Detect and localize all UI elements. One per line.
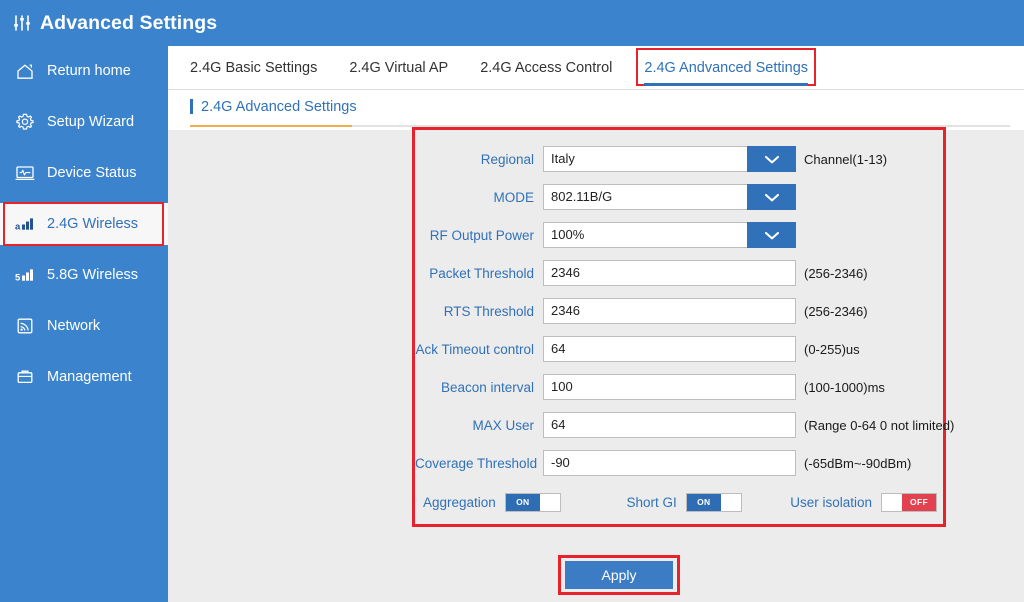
tab-label: 2.4G Access Control: [480, 59, 613, 76]
toggle-label: Aggregation: [423, 494, 496, 510]
field-hint: Channel(1-13): [804, 151, 888, 167]
toggle-knob: [720, 493, 741, 511]
field-label: Coverage Threshold: [415, 455, 538, 471]
tab-24g-virtual-ap[interactable]: 2.4G Virtual AP: [349, 46, 448, 90]
toggle-knob: [539, 493, 560, 511]
sliders-icon: [11, 12, 33, 34]
toggle-group-short-gi: Short GI ON: [626, 492, 742, 512]
form-row-rts-threshold: RTS Threshold 2346 (256-2346): [415, 292, 943, 330]
app-title: Advanced Settings: [40, 11, 218, 34]
tab-label: 2.4G Andvanced Settings: [644, 59, 809, 76]
tab-24g-access-control[interactable]: 2.4G Access Control: [480, 46, 612, 90]
tab-label: 2.4G Basic Settings: [190, 59, 318, 76]
toggle-on-text: ON: [686, 493, 721, 511]
chevron-down-icon[interactable]: [747, 184, 796, 210]
field-label: RF Output Power: [429, 227, 534, 243]
toggle-group-user-isolation: User isolation OFF: [790, 492, 937, 512]
field-hint: (256-2346): [804, 303, 868, 319]
sidebar-item-device-status[interactable]: Device Status: [0, 152, 168, 194]
router-admin-page: Advanced Settings Return home Setup Wiza…: [0, 0, 1024, 602]
coverage-threshold-input[interactable]: -90: [543, 450, 796, 476]
field-label: MODE: [493, 189, 535, 205]
gear-icon: [12, 111, 38, 133]
wifi-signal-icon: [12, 315, 38, 337]
sidebar-item-label: Management: [47, 369, 132, 385]
form-row-rf-output-power: RF Output Power 100%: [415, 216, 943, 254]
field-label: Ack Timeout control: [415, 341, 534, 357]
monitor-pulse-icon: [12, 162, 38, 184]
mode-select[interactable]: 802.11B/G: [543, 184, 747, 210]
home-icon: [12, 60, 38, 82]
sidebar-item-setup-wizard[interactable]: Setup Wizard: [0, 101, 168, 143]
toggle-group-aggregation: Aggregation ON: [423, 492, 561, 512]
page-title: 2.4G Advanced Settings: [201, 98, 357, 115]
chevron-down-icon[interactable]: [747, 146, 796, 172]
max-user-input[interactable]: 64: [543, 412, 796, 438]
form-row-packet-threshold: Packet Threshold 2346 (256-2346): [415, 254, 943, 292]
section-header: 2.4G Advanced Settings: [168, 90, 1024, 130]
content-area: Regional Italy Channel(1-13) MODE 802.11…: [168, 127, 1024, 602]
form-row-ack-timeout-control: Ack Timeout control 64 (0-255)us: [415, 330, 943, 368]
rts-threshold-input[interactable]: 2346: [543, 298, 796, 324]
form-row-beacon-interval: Beacon interval 100 (100-1000)ms: [415, 368, 943, 406]
sidebar-item-return-home[interactable]: Return home: [0, 50, 168, 92]
field-hint: (Range 0-64 0 not limited): [804, 417, 955, 433]
regional-select[interactable]: Italy: [543, 146, 747, 172]
sidebar-item-label: 5.8G Wireless: [47, 267, 139, 283]
app-header: Advanced Settings: [0, 0, 1024, 46]
chevron-down-icon[interactable]: [747, 222, 796, 248]
sidebar-item-management[interactable]: Management: [0, 356, 168, 398]
toggle-label: Short GI: [626, 494, 677, 510]
sidebar-item-label: Device Status: [47, 165, 137, 181]
sidebar-item-24g-wireless[interactable]: a 2.4G Wireless: [0, 202, 168, 246]
apply-annotation: Apply: [558, 555, 680, 595]
sidebar: Return home Setup Wizard Device Status a…: [0, 46, 168, 602]
tab-24g-basic-settings[interactable]: 2.4G Basic Settings: [190, 46, 317, 90]
sidebar-item-label: Network: [47, 318, 101, 334]
toggle-off-text: OFF: [902, 493, 936, 511]
tab-bar: 2.4G Basic Settings 2.4G Virtual AP 2.4G…: [168, 46, 1024, 90]
ack-timeout-control-input[interactable]: 64: [543, 336, 796, 362]
form-row-mode: MODE 802.11B/G: [415, 178, 943, 216]
field-hint: (256-2346): [804, 265, 868, 281]
advanced-settings-form: Regional Italy Channel(1-13) MODE 802.11…: [412, 127, 954, 527]
toggle-row: Aggregation ON Short GI ON User isolatio…: [415, 482, 943, 522]
form-row-coverage-threshold: Coverage Threshold -90 (-65dBm~-90dBm): [415, 444, 943, 482]
toggle-knob: [882, 493, 902, 511]
field-hint: (100-1000)ms: [804, 379, 885, 395]
field-label: RTS Threshold: [443, 303, 534, 319]
field-hint: (0-255)us: [804, 341, 860, 357]
user-isolation-toggle[interactable]: OFF: [881, 492, 937, 512]
form-row-max-user: MAX User 64 (Range 0-64 0 not limited): [415, 406, 954, 444]
tab-24g-advanced-settings[interactable]: 2.4G Andvanced Settings: [636, 46, 817, 90]
packet-threshold-input[interactable]: 2346: [543, 260, 796, 286]
form-row-regional: Regional Italy Channel(1-13): [415, 140, 943, 178]
field-label: Beacon interval: [440, 379, 534, 395]
field-label: Regional: [480, 151, 534, 167]
signal-bars-24g-icon: a: [12, 213, 38, 235]
toggle-on-text: ON: [505, 493, 540, 511]
svg-text:5: 5: [15, 273, 21, 284]
sidebar-item-58g-wireless[interactable]: 5 5.8G Wireless: [0, 254, 168, 296]
svg-text:a: a: [15, 222, 21, 233]
sidebar-item-label: Return home: [47, 63, 131, 79]
sidebar-item-label: 2.4G Wireless: [47, 216, 139, 232]
signal-bars-58g-icon: 5: [12, 264, 38, 286]
field-label: Packet Threshold: [429, 265, 534, 281]
apply-button[interactable]: Apply: [565, 561, 673, 589]
field-label: MAX User: [472, 417, 534, 433]
tab-active-underline: [644, 83, 809, 86]
aggregation-toggle[interactable]: ON: [504, 492, 561, 512]
section-accent-bar: [190, 99, 193, 114]
short-gi-toggle[interactable]: ON: [685, 492, 742, 512]
beacon-interval-input[interactable]: 100: [543, 374, 796, 400]
briefcase-icon: [12, 366, 38, 388]
field-hint: (-65dBm~-90dBm): [804, 455, 912, 471]
sidebar-item-network[interactable]: Network: [0, 305, 168, 347]
toggle-label: User isolation: [790, 494, 872, 510]
rf-output-power-select[interactable]: 100%: [543, 222, 747, 248]
sidebar-item-label: Setup Wizard: [47, 114, 135, 130]
tab-label: 2.4G Virtual AP: [349, 59, 449, 76]
